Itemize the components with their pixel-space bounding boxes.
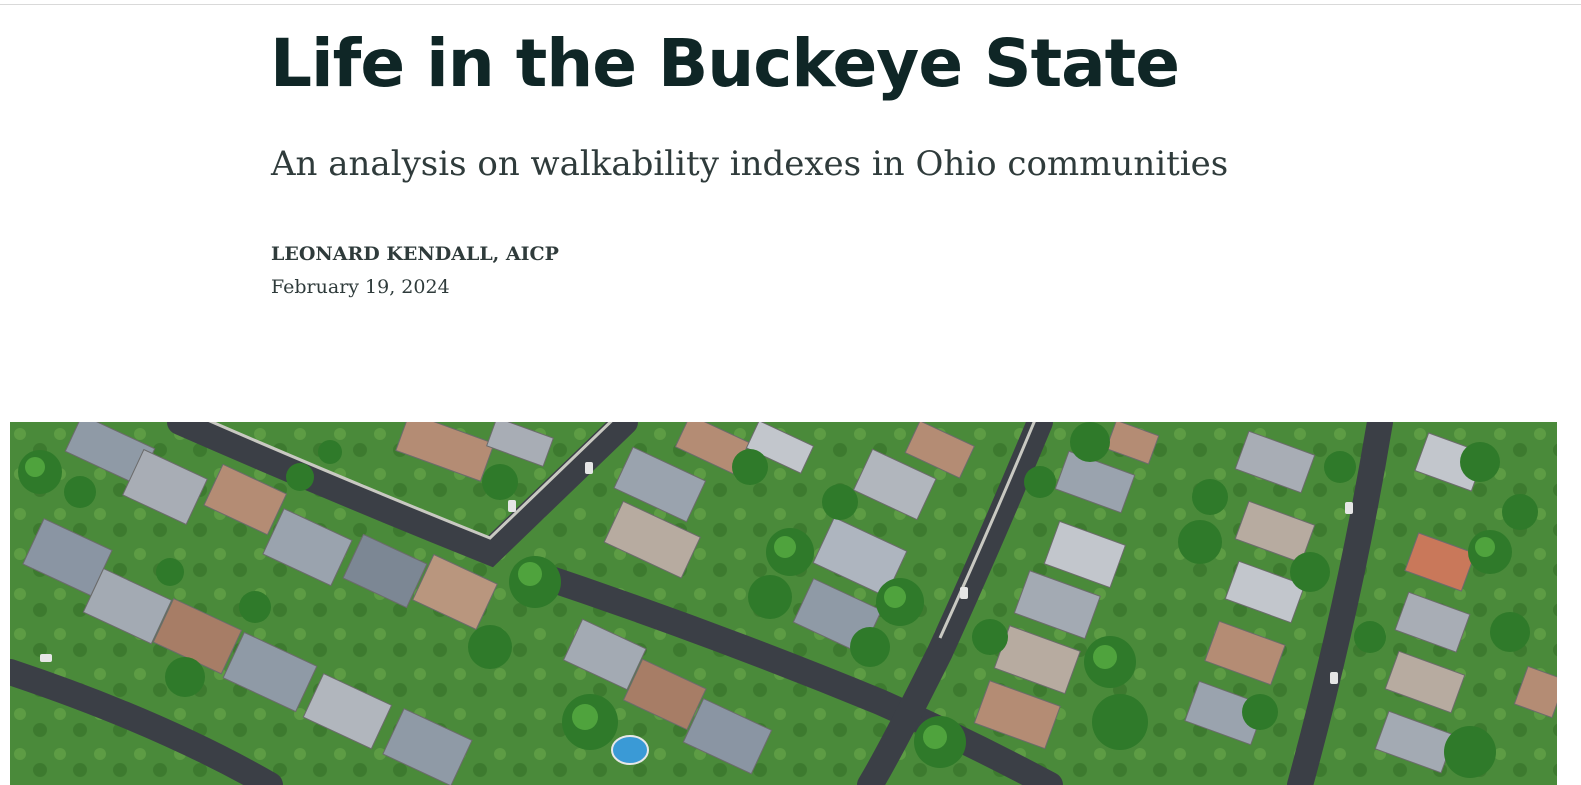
article-date: February 19, 2024 [271,276,450,298]
pool [611,735,649,765]
article-subtitle: An analysis on walkability indexes in Oh… [271,144,1229,184]
article-title: Life in the Buckeye State [270,25,1180,102]
top-divider [0,4,1581,5]
article-author: LEONARD KENDALL, AICP [271,243,559,265]
aerial-neighborhood-illustration [10,422,1557,785]
hero-image [10,422,1557,785]
